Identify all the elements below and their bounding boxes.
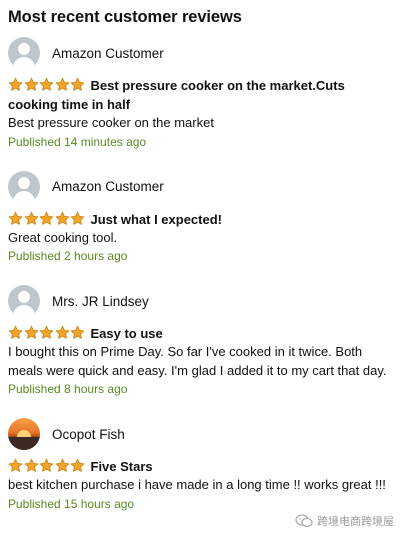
section-title: Most recent customer reviews: [8, 8, 242, 26]
star-icon: [55, 325, 69, 339]
star-icon: [70, 458, 85, 472]
published-date: Published 2 hours ago: [8, 249, 128, 263]
reviewer-name[interactable]: Amazon Customer: [52, 179, 164, 194]
review-item: Amazon Customer Best pressure cooker on …: [8, 36, 396, 151]
reviewer-name[interactable]: Amazon Customer: [52, 46, 164, 61]
review-item: Mrs. JR Lindsey Easy to use I bought thi…: [8, 284, 396, 398]
review-item: Ocopot Fish Five Stars best kitchen purc…: [8, 417, 396, 513]
star-icon: [70, 211, 85, 225]
five-star-rating[interactable]: [8, 211, 86, 226]
review-title[interactable]: Five Stars: [91, 459, 153, 474]
published-date: Published 15 hours ago: [8, 496, 135, 511]
reviews-page: Most recent customer reviews Amazon Cust…: [0, 0, 406, 513]
five-star-rating[interactable]: [8, 458, 86, 473]
reviewer-profile[interactable]: Mrs. JR Lindsey: [8, 284, 396, 318]
published-date: Published 14 minutes ago: [8, 134, 147, 149]
reviewer-name[interactable]: Mrs. JR Lindsey: [52, 294, 149, 309]
review-title[interactable]: Easy to use: [91, 326, 163, 341]
star-icon: [70, 325, 85, 339]
star-icon: [8, 325, 23, 339]
star-icon: [55, 77, 69, 91]
star-icon: [24, 77, 38, 91]
review-item: Amazon Customer Just what I expected! Gr…: [8, 170, 396, 266]
star-icon: [39, 325, 54, 339]
star-icon: [8, 211, 23, 225]
star-icon: [39, 458, 54, 472]
star-icon: [24, 458, 38, 472]
star-icon: [39, 77, 54, 91]
default-user-icon[interactable]: [8, 170, 40, 203]
review-body: Best pressure cooker on the market: [8, 115, 214, 130]
star-icon: [24, 325, 38, 339]
default-user-icon[interactable]: [8, 37, 40, 69]
review-body: Great cooking tool.: [8, 229, 118, 245]
star-icon: [24, 211, 38, 225]
reviewer-profile[interactable]: Ocopot Fish: [8, 417, 396, 451]
reviewer-profile[interactable]: Amazon Customer: [8, 170, 396, 204]
watermark: 跨境电商跨境屋: [295, 513, 394, 529]
star-icon: [55, 211, 69, 225]
five-star-rating[interactable]: [8, 325, 86, 340]
star-icon: [39, 211, 54, 225]
star-icon: [55, 458, 69, 472]
watermark-text: 跨境电商跨境屋: [317, 516, 394, 528]
sunset-avatar-icon[interactable]: [8, 418, 40, 450]
star-icon: [8, 77, 23, 91]
five-star-rating[interactable]: [8, 77, 86, 92]
reviewer-profile[interactable]: Amazon Customer: [8, 36, 396, 70]
review-title[interactable]: Just what I expected!: [91, 212, 222, 227]
review-body: best kitchen purchase i have made in a l…: [8, 477, 386, 492]
star-icon: [8, 458, 23, 472]
star-icon: [70, 77, 85, 91]
default-user-icon[interactable]: [8, 285, 40, 317]
published-date: Published 8 hours ago: [8, 382, 128, 396]
reviewer-name[interactable]: Ocopot Fish: [52, 427, 125, 442]
wechat-icon: [295, 514, 313, 528]
review-body: I bought this on Prime Day. So far I've …: [8, 344, 387, 378]
